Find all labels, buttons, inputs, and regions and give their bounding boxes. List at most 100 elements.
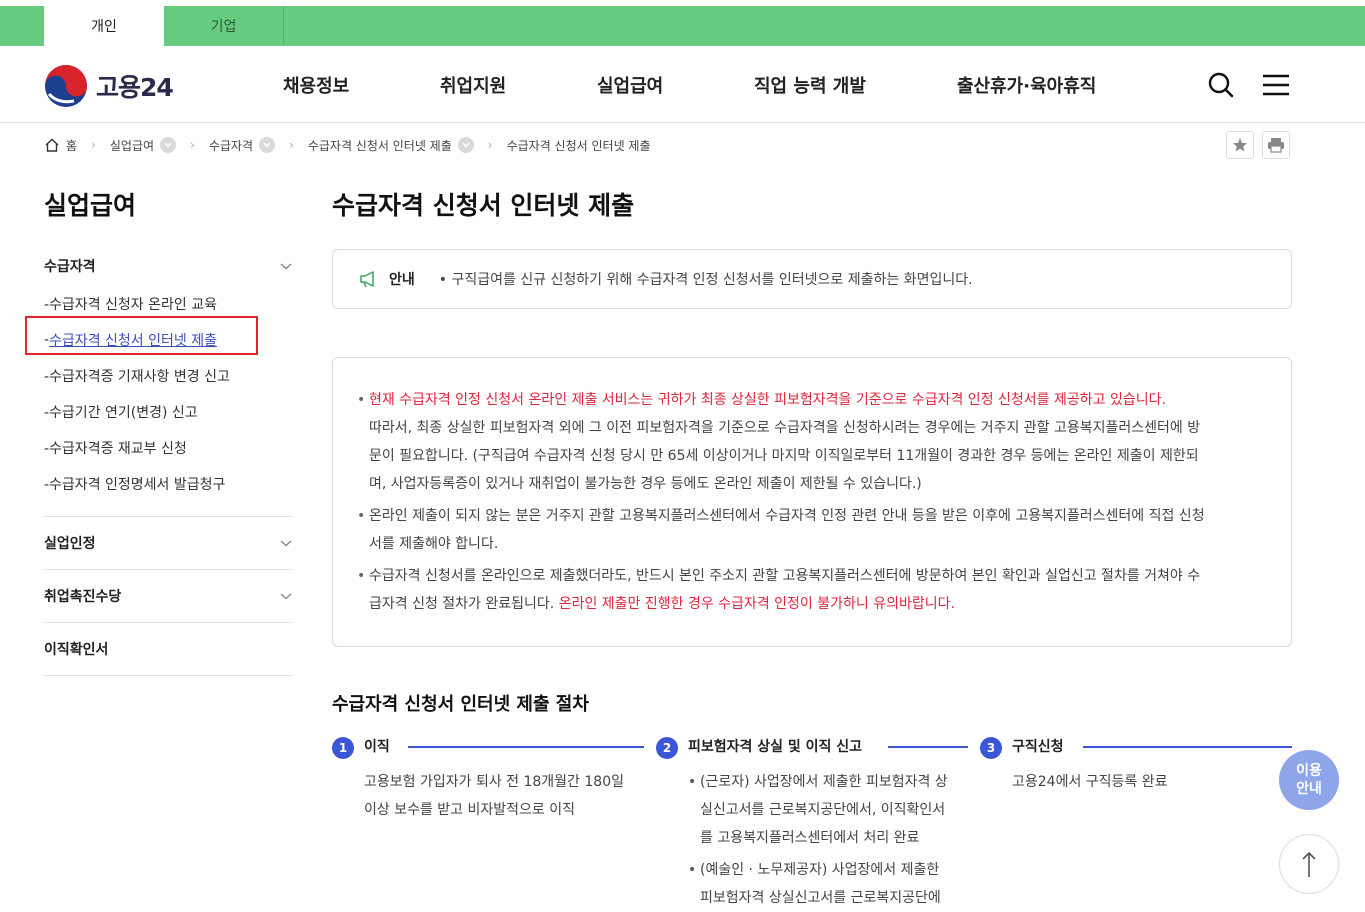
- breadcrumb-current: 수급자격 신청서 인터넷 제출: [507, 137, 651, 154]
- nav-maternity-leave[interactable]: 출산휴가·육아휴직: [957, 72, 1096, 98]
- info-text: 서를 제출해야 합니다.: [369, 536, 499, 552]
- chevron-right-icon: ›: [487, 138, 493, 152]
- breadcrumb-item[interactable]: 수급자격: [208, 137, 276, 154]
- print-button[interactable]: [1262, 131, 1290, 159]
- info-alert-text: 온라인 제출만 진행한 경우 수급자격 인정이 불가하니 유의바랍니다.: [558, 596, 955, 612]
- sidebar-group: 수급자격 -수급자격 신청자 온라인 교육 - 수급자격 신청서 인터넷 제출 -…: [44, 240, 292, 517]
- sidebar-group: 실업인정: [44, 517, 292, 570]
- step-connector: [408, 746, 644, 748]
- step-3-description: 고용24에서 구직등록 완료: [1012, 768, 1168, 796]
- step-connector: [1083, 746, 1292, 748]
- notice-box: 안내 • 구직급여를 신규 신청하기 위해 수급자격 인정 신청서를 인터넷으로…: [332, 249, 1292, 309]
- chevron-down-icon[interactable]: [160, 137, 177, 153]
- step-desc-line: (근로자) 사업장에서 제출한 피보험자격 상: [700, 774, 948, 790]
- page-title: 수급자격 신청서 인터넷 제출: [332, 191, 635, 220]
- sidebar-item-change-report[interactable]: -수급자격증 기재사항 변경 신고: [44, 358, 292, 394]
- breadcrumb-label: 실업급여: [109, 138, 155, 153]
- chevron-up-icon: [280, 263, 292, 270]
- breadcrumb-item[interactable]: 실업급여: [109, 137, 177, 154]
- sidebar-item-extension-report[interactable]: -수급기간 연기(변경) 신고: [44, 394, 292, 430]
- sidebar-item-reissue[interactable]: -수급자격증 재교부 신청: [44, 430, 292, 466]
- usage-guide-label: 안내: [1296, 781, 1322, 797]
- highlight-annotation: [25, 316, 258, 355]
- scroll-top-button[interactable]: [1279, 834, 1339, 894]
- step-title: 피보험자격 상실 및 이직 신고: [688, 739, 863, 755]
- step-number: 2: [656, 737, 678, 759]
- nav-unemployment-benefit[interactable]: 실업급여: [597, 72, 663, 98]
- breadcrumb-home[interactable]: 홈: [44, 137, 77, 154]
- info-box: 현재 수급자격 인정 신청서 온라인 제출 서비스는 귀하가 최종 상실한 피보…: [332, 357, 1292, 647]
- sidebar-item-statement-request[interactable]: -수급자격 인정명세서 발급청구: [44, 466, 292, 502]
- star-icon: [1233, 138, 1247, 152]
- breadcrumb: 홈 › 실업급여 › 수급자격 › 수급자격 신청서 인터넷 제출 › 수급자격…: [44, 135, 651, 155]
- notice-text: • 구직급여를 신규 신청하기 위해 수급자격 인정 신청서를 인터넷으로 제출…: [438, 272, 973, 288]
- sidebar-group-label: 수급자격: [44, 259, 96, 275]
- megaphone-icon: [360, 271, 374, 288]
- sidebar-group-label: 이직확인서: [44, 642, 109, 658]
- search-icon[interactable]: [1206, 70, 1236, 100]
- chevron-right-icon: ›: [289, 138, 294, 152]
- breadcrumb-home-label: 홈: [66, 138, 78, 153]
- sidebar-group-header[interactable]: 이직확인서: [44, 623, 292, 675]
- chevron-right-icon: ›: [91, 138, 96, 152]
- home-icon: [45, 138, 59, 152]
- chevron-right-icon: ›: [190, 138, 195, 152]
- chevron-down-icon[interactable]: [457, 137, 474, 153]
- sidebar-menu: 수급자격 -수급자격 신청자 온라인 교육 - 수급자격 신청서 인터넷 제출 -…: [44, 240, 292, 676]
- chevron-down-icon: [280, 540, 292, 547]
- step-desc-line: 실신고서를 근로복지공단에서, 이직확인서: [700, 802, 946, 818]
- info-text: 문이 필요합니다. (구직급여 수급자격 신청 당시 만 65세 이상이거나 마…: [369, 448, 1199, 464]
- tab-personal[interactable]: 개인: [44, 6, 164, 46]
- taegeuk-logo-icon: [45, 65, 87, 107]
- step-connector: [888, 746, 968, 748]
- favorite-button[interactable]: [1226, 131, 1254, 159]
- nav-jobs[interactable]: 채용정보: [283, 72, 349, 98]
- step-number: 3: [980, 737, 1002, 759]
- site-header: 고용24 채용정보 취업지원 실업급여 직업 능력 개발 출산휴가·육아휴직: [0, 46, 1365, 123]
- step-desc-line: 고용24에서 구직등록 완료: [1012, 774, 1168, 790]
- sidebar-group-header[interactable]: 수급자격: [44, 240, 292, 292]
- step-desc-line: 이상 보수를 받고 비자발적으로 이직: [364, 802, 575, 818]
- sidebar-group-header[interactable]: 실업인정: [44, 517, 292, 569]
- sidebar-group: 취업촉진수당: [44, 570, 292, 623]
- procedure-title: 수급자격 신청서 인터넷 제출 절차: [332, 694, 589, 715]
- step-desc-line: 를 고용복지플러스센터에서 처리 완료: [700, 830, 920, 846]
- breadcrumb-label: 수급자격 신청서 인터넷 제출: [506, 138, 651, 153]
- step-title: 이직: [364, 739, 390, 755]
- sidebar-group-header[interactable]: 취업촉진수당: [44, 570, 292, 622]
- info-text: 온라인 제출이 되지 않는 분은 거주지 관할 고용복지플러스센터에서 수급자격…: [369, 508, 1205, 524]
- step-title: 구직신청: [1012, 739, 1064, 755]
- usage-guide-label: 이용: [1296, 763, 1322, 779]
- chevron-down-icon: [280, 593, 292, 600]
- info-text-line: 급자격 신청 절차가 완료됩니다. 온라인 제출만 진행한 경우 수급자격 인정…: [357, 590, 1267, 618]
- usage-guide-button[interactable]: 이용 안내: [1279, 750, 1339, 810]
- info-bullet: 수급자격 신청서를 온라인으로 제출했더라도, 반드시 본인 주소지 관할 고용…: [357, 562, 1267, 590]
- nav-employment-support[interactable]: 취업지원: [440, 72, 506, 98]
- nav-skills-development[interactable]: 직업 능력 개발: [754, 72, 866, 98]
- info-text: 수급자격 신청서를 온라인으로 제출했더라도, 반드시 본인 주소지 관할 고용…: [369, 568, 1201, 584]
- logo-text: 고용24: [96, 73, 174, 102]
- notice-label: 안내: [389, 272, 415, 288]
- info-text: 며, 사업자등록증이 있거나 재취업이 불가능한 경우 등에도 온라인 제출이 …: [369, 476, 922, 492]
- breadcrumb-item[interactable]: 수급자격 신청서 인터넷 제출: [308, 137, 474, 154]
- step-bullet: (예술인 · 노무제공자) 사업장에서 제출한 피보험자격 상실신고서를 근로복…: [688, 856, 968, 912]
- step-2-description: (근로자) 사업장에서 제출한 피보험자격 상 실신고서를 근로복지공단에서, …: [688, 768, 968, 912]
- info-bullet: 현재 수급자격 인정 신청서 온라인 제출 서비스는 귀하가 최종 상실한 피보…: [357, 386, 1267, 414]
- printer-icon: [1268, 138, 1284, 153]
- sidebar-title: 실업급여: [44, 191, 137, 220]
- sidebar-group: 이직확인서: [44, 623, 292, 676]
- step-desc-line: 피보험자격 상실신고서를 근로복지공단에: [700, 890, 941, 906]
- chevron-down-icon[interactable]: [259, 137, 276, 153]
- logo[interactable]: 고용24: [44, 64, 174, 108]
- step-bullet: (근로자) 사업장에서 제출한 피보험자격 상 실신고서를 근로복지공단에서, …: [688, 768, 968, 852]
- breadcrumb-label: 수급자격: [208, 138, 254, 153]
- sidebar-group-label: 실업인정: [44, 536, 96, 552]
- step-1-description: 고용보험 가입자가 퇴사 전 18개월간 180일 이상 보수를 받고 비자발적…: [364, 768, 624, 824]
- menu-icon[interactable]: [1261, 70, 1291, 100]
- info-alert-text: 현재 수급자격 인정 신청서 온라인 제출 서비스는 귀하가 최종 상실한 피보…: [369, 392, 1166, 408]
- info-text: 급자격 신청 절차가 완료됩니다.: [369, 596, 555, 612]
- arrow-up-icon: [1302, 851, 1316, 877]
- breadcrumb-label: 수급자격 신청서 인터넷 제출: [307, 138, 452, 153]
- tab-corporate[interactable]: 기업: [164, 6, 284, 46]
- step-desc-line: (예술인 · 노무제공자) 사업장에서 제출한: [700, 862, 940, 878]
